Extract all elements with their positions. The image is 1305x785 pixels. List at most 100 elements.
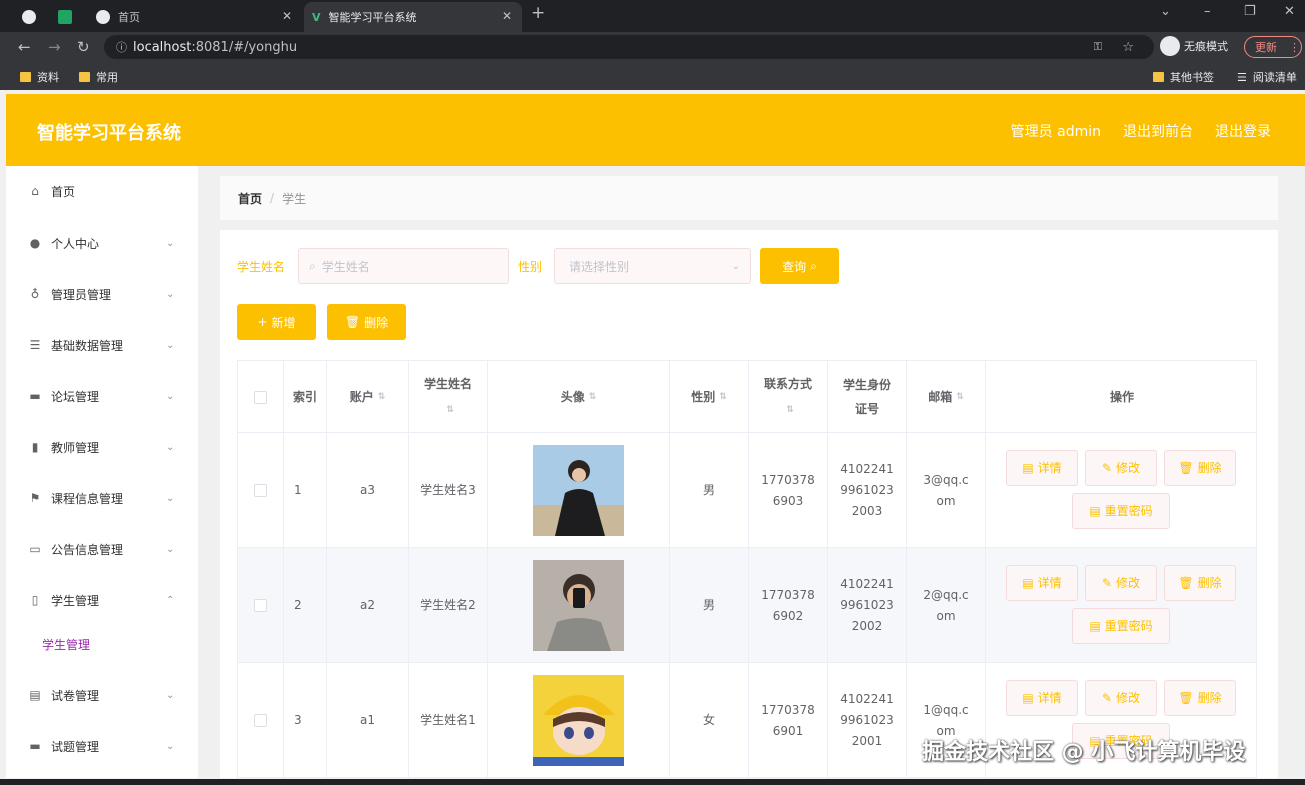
row-select-cell [238,548,284,663]
reset-password-button[interactable]: ▤ 重置密码 [1072,493,1170,529]
sidebar-item-forum[interactable]: ▬ 论坛管理 ⌄ [6,381,198,411]
sidebar-item-teachers[interactable]: ▮ 教师管理 ⌄ [6,432,198,462]
row-checkbox[interactable] [254,599,267,612]
query-button[interactable]: 查询 ⌕ [760,248,839,284]
logout-link[interactable]: 退出登录 [1215,121,1271,141]
column-header-phone[interactable]: 联系方式 ⇅ [749,361,828,433]
name-search-input[interactable]: ⌕ 学生姓名 [298,248,509,284]
edit-button[interactable]: ✎ 修改 [1085,565,1157,601]
sidebar-item-basedata[interactable]: ☰ 基础数据管理 ⌄ [6,330,198,360]
delete-button[interactable]: 🗑 删除 [1164,680,1236,716]
column-header-email[interactable]: 邮箱 ⇅ [907,361,986,433]
column-header-avatar[interactable]: 头像 ⇅ [488,361,670,433]
column-header-gender[interactable]: 性别 ⇅ [670,361,749,433]
bookmark-folder[interactable]: 常用 [79,69,118,85]
chevron-down-icon: ⌄ [731,260,740,272]
row-checkbox[interactable] [254,714,267,727]
detail-button[interactable]: ▤ 详情 [1006,680,1078,716]
chevron-down-icon: ⌄ [166,390,175,402]
avatar[interactable] [533,560,624,651]
update-button[interactable]: 更新 ⋮ [1244,36,1302,58]
star-icon[interactable]: ☆ [1122,40,1134,55]
gender-select[interactable]: 请选择性别 ⌄ [554,248,751,284]
sidebar-item-papers[interactable]: ▤ 试卷管理 ⌄ [6,680,198,710]
column-header-actions: 操作 [1109,390,1134,404]
tab-home[interactable]: 首页 ✕ [88,2,302,32]
avatar[interactable] [533,675,624,766]
select-all-cell [238,361,284,433]
sort-icon[interactable]: ⇅ [719,385,727,409]
sidebar-item-questions[interactable]: ▬ 试题管理 ⌄ [6,731,198,761]
sort-icon[interactable]: ⇅ [956,385,964,409]
back-icon[interactable]: ← [18,38,31,56]
edit-button[interactable]: ✎ 修改 [1085,680,1157,716]
reload-icon[interactable]: ↻ [77,38,90,56]
gender-cell: 男 [670,433,749,548]
new-tab-icon[interactable]: + [531,3,545,23]
name-cell: 学生姓名2 [409,548,488,663]
bar-chart-icon: ▮ [31,440,39,454]
close-window-icon[interactable]: ✕ [1284,4,1295,19]
chevron-up-icon: ⌃ [166,594,175,606]
row-checkbox[interactable] [254,484,267,497]
screen-icon: ▬ [29,739,41,753]
delete-button[interactable]: 🗑 删除 [1164,565,1236,601]
browser-icon-tab[interactable] [22,2,44,32]
sort-icon[interactable]: ⇅ [589,385,597,409]
column-header-account[interactable]: 账户 ⇅ [327,361,409,433]
sidebar-item-students[interactable]: ▯ 学生管理 ⌃ [6,585,198,615]
reset-password-button[interactable]: ▤ 重置密码 [1072,608,1170,644]
breadcrumb-home[interactable]: 首页 [238,190,262,207]
forward-icon[interactable]: → [48,38,61,56]
breadcrumb-separator: / [270,191,275,205]
sort-icon[interactable]: ⇅ [446,405,454,415]
detail-button[interactable]: ▤ 详情 [1006,565,1078,601]
idcard-cell: 410224199610232002 [828,548,907,663]
column-header-idcard[interactable]: 学生身份证号 [828,361,907,433]
chevron-down-icon[interactable]: ⌄ [1160,4,1171,19]
phone-cell: 17703786901 [749,663,828,777]
url-input[interactable]: ⓘ localhost:8081/#/yonghu ⚿ ☆ [104,35,1154,59]
flag-icon: ⚑ [29,491,41,505]
add-button[interactable]: + 新增 [237,304,316,340]
close-icon[interactable]: ✕ [282,9,292,23]
sort-icon[interactable]: ⇅ [378,385,386,409]
batch-delete-button[interactable]: 🗑 删除 [327,304,406,340]
sidebar-item-admins[interactable]: ♁ 管理员管理 ⌄ [6,279,198,309]
sidebar-item-courses[interactable]: ⚑ 课程信息管理 ⌄ [6,483,198,513]
front-link[interactable]: 退出到前台 [1123,121,1193,141]
bookmark-folder[interactable]: 其他书签 [1153,69,1214,85]
sidebar-item-profile[interactable]: ● 个人中心 ⌄ [6,228,198,258]
info-icon: ⓘ [116,41,127,54]
select-all-checkbox[interactable] [254,390,267,404]
monitor-icon: ▬ [29,389,41,403]
column-header-name[interactable]: 学生姓名 ⇅ [409,361,488,433]
search-icon: ⌕ [810,258,817,273]
avatar-cell [488,663,670,777]
avatar[interactable] [533,445,624,536]
more-icon: ⋮ [1289,40,1300,54]
tab-active[interactable]: V 智能学习平台系统 ✕ [304,2,522,32]
sidebar-item-home[interactable]: ⌂ 首页 [6,176,198,206]
sheet-icon-tab[interactable] [58,2,80,32]
close-icon[interactable]: ✕ [502,9,512,23]
trash-icon: 🗑 [344,315,361,329]
detail-button[interactable]: ▤ 详情 [1006,450,1078,486]
maximize-icon[interactable]: ❐ [1244,4,1256,19]
reading-list[interactable]: ☰ 阅读清单 [1237,69,1297,85]
incognito-badge[interactable]: 无痕模式 [1160,36,1228,56]
edit-button[interactable]: ✎ 修改 [1085,450,1157,486]
actions-cell: ▤ 详情 ✎ 修改 🗑 删除 ▤ 重置密码 [986,433,1256,548]
index-cell: 3 [284,663,327,777]
key-icon[interactable]: ⚿ [1094,40,1102,54]
delete-button[interactable]: 🗑 删除 [1164,450,1236,486]
sidebar-item-notices[interactable]: ▭ 公告信息管理 ⌄ [6,534,198,564]
message-icon: ▭ [29,542,41,556]
row-select-cell [238,663,284,777]
bookmark-folder[interactable]: 资料 [20,69,59,85]
app-header: 智能学习平台系统 管理员 admin 退出到前台 退出登录 [6,94,1305,166]
sort-icon[interactable]: ⇅ [786,405,794,415]
sidebar-subitem-students[interactable]: 学生管理 [42,636,90,653]
chevron-down-icon: ⌄ [166,288,175,300]
minimize-icon[interactable]: – [1204,4,1211,19]
